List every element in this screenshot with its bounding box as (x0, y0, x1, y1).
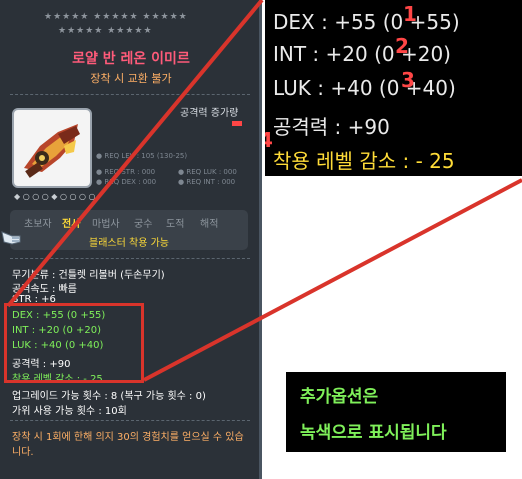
required-dex: ● REQ DEX : 000 (96, 178, 157, 186)
divider (10, 420, 250, 421)
equip-bonus-note: 장착 시 1회에 한해 의지 30의 경험치를 얻으실 수 있습니다. (12, 432, 244, 458)
highlight-box (4, 303, 144, 383)
screenshot-stage: ★★★★★ ★★★★★ ★★★★★ ★★★★★ ★★★★★ 로얄 반 레온 이미… (0, 0, 522, 479)
item-icon (12, 108, 92, 188)
item-tooltip: ★★★★★ ★★★★★ ★★★★★ ★★★★★ ★★★★★ 로얄 반 레온 이미… (0, 0, 262, 479)
required-luk: ● REQ LUK : 000 (178, 168, 237, 176)
glove-cursor-icon (1, 231, 21, 245)
item-property-icons: ◆ ○ ○ ○ ◆ ○ ○ ○ ○ (14, 192, 96, 201)
zoom-dex: DEX : +55 (0 +55) (273, 10, 460, 34)
job-bowman: 궁수 (134, 219, 153, 230)
star-force-row-2: ★★★★★ ★★★★★ (58, 26, 153, 36)
job-thief: 도적 (166, 219, 185, 230)
attack-increase-label: 공격력 증가량 (180, 108, 239, 119)
required-level: ● REQ LEV : 105 (130-25) (96, 152, 188, 160)
zoom-attack: 공격력 : +90 (273, 115, 390, 139)
star-force-row-1: ★★★★★ ★★★★★ ★★★★★ (44, 12, 188, 22)
blaster-equip-note: 블래스터 착용 가능 (89, 238, 169, 249)
item-name: 로얄 반 레온 이미르 (72, 51, 190, 67)
extra-option-note: 추가옵션은 녹색으로 표시됩니다 (286, 372, 506, 452)
upgrade-count: 업그레이드 가능 횟수 : 8 (복구 가능 횟수 : 0) (12, 391, 206, 402)
zoom-level-reduce: 착용 레벨 감소 : - 25 (273, 149, 455, 173)
job-warrior: 전사 (62, 219, 81, 230)
zoom-int: INT : +20 (0 +20) (273, 42, 451, 66)
callout-number-2: 2 (395, 34, 409, 58)
scissors-count: 가위 사용 가능 횟수 : 10회 (12, 406, 127, 417)
job-beginner: 초보자 (24, 219, 52, 230)
trade-restriction: 장착 시 교환 불가 (90, 72, 172, 85)
divider (10, 94, 250, 95)
job-magician: 마법사 (92, 219, 120, 230)
note-line-2: 녹색으로 표시됩니다 (300, 423, 447, 443)
required-str: ● REQ STR : 000 (96, 168, 156, 176)
weapon-type: 무기분류 : 건틀렛 리볼버 (두손무기) (12, 270, 165, 281)
attack-speed: 공격속도 : 빠름 (12, 284, 77, 295)
gauntlet-revolver-icon (24, 124, 80, 178)
callout-number-1: 1 (403, 2, 417, 26)
callout-number-4: 4 (265, 128, 273, 152)
zoomed-stats-panel: DEX : +55 (0 +55) INT : +20 (0 +20) LUK … (265, 0, 522, 176)
callout-dash (232, 121, 242, 126)
zoom-luk: LUK : +40 (0 +40) (273, 76, 456, 100)
note-line-1: 추가옵션은 (300, 387, 379, 407)
divider (10, 258, 250, 259)
job-pirate: 해적 (200, 219, 219, 230)
job-restriction-box: 초보자 전사 마법사 궁수 도적 해적 블래스터 착용 가능 (10, 210, 248, 250)
required-int: ● REQ INT : 000 (178, 178, 236, 186)
callout-number-3: 3 (401, 68, 415, 92)
